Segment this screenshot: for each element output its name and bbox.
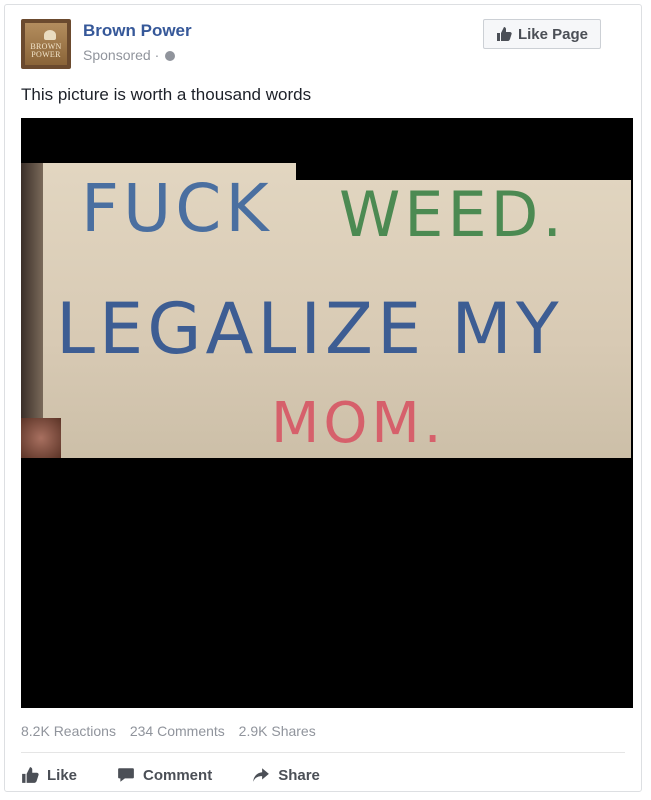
post-image[interactable]: FUCK WEED. LEGALIZE MY MOM.	[21, 118, 633, 708]
post-stats: 8.2K Reactions 234 Comments 2.9K Shares	[21, 723, 326, 739]
avatar-logo-text: BROWN POWER	[30, 42, 62, 59]
divider	[21, 752, 625, 753]
post-caption: This picture is worth a thousand words	[21, 85, 312, 104]
page-avatar[interactable]: BROWN POWER	[21, 19, 71, 69]
thumbs-up-icon	[496, 26, 512, 42]
action-bar: Like Comment Share	[21, 761, 360, 789]
post-card: BROWN POWER Brown Power Sponsored · Like…	[4, 4, 642, 792]
like-page-button[interactable]: Like Page	[483, 19, 601, 49]
like-button[interactable]: Like	[21, 761, 77, 789]
globe-icon	[165, 51, 176, 61]
emblem-icon	[44, 30, 56, 40]
sign-text-line-1b: WEED.	[339, 178, 567, 251]
hand	[21, 418, 61, 458]
post-header: BROWN POWER Brown Power Sponsored · Like…	[21, 19, 625, 75]
thumbs-up-icon	[21, 766, 39, 784]
sign-text-line-3: MOM.	[271, 391, 446, 456]
page-name-link[interactable]: Brown Power	[83, 21, 192, 41]
comment-button[interactable]: Comment	[117, 761, 212, 789]
comment-icon	[117, 766, 135, 784]
share-arrow-icon	[252, 766, 270, 784]
reactions-count[interactable]: 8.2K Reactions	[21, 723, 116, 739]
sign-text-line-1: FUCK	[81, 170, 273, 247]
shares-count[interactable]: 2.9K Shares	[239, 723, 316, 739]
comments-count[interactable]: 234 Comments	[130, 723, 225, 739]
sign-text-line-2: LEGALIZE MY	[56, 288, 563, 370]
share-button[interactable]: Share	[252, 761, 320, 789]
sponsored-label: Sponsored ·	[83, 47, 176, 63]
